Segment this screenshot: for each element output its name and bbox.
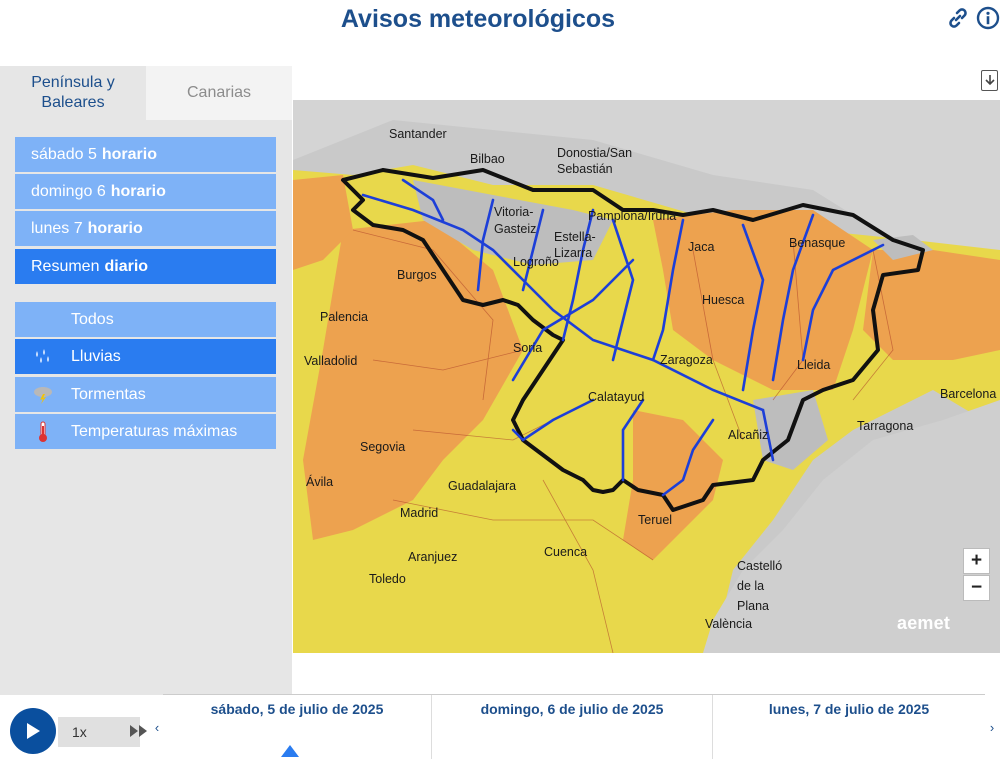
- tab-label: Canarias: [186, 84, 252, 101]
- phenomenon-label: Temperaturas máximas: [71, 422, 238, 440]
- day-mode: horario: [87, 219, 143, 237]
- city-label: Pamplona/Iruña: [588, 209, 677, 223]
- city-label: Alcañiz: [728, 428, 769, 442]
- phenomenon-label: Tormentas: [71, 385, 146, 403]
- city-label: Ávila: [306, 475, 334, 489]
- city-label: Soria: [513, 341, 543, 355]
- city-label: Teruel: [638, 513, 673, 527]
- speed-value: 1x: [72, 724, 87, 740]
- city-label: Logroño: [513, 255, 559, 269]
- city-label: Aranjuez: [408, 550, 458, 564]
- zoom-out-button[interactable]: −: [963, 575, 990, 601]
- region-tabs: Península y Baleares Canarias: [0, 66, 292, 120]
- timeline-prev-button[interactable]: ‹: [151, 694, 163, 761]
- day-label: lunes 7: [31, 219, 83, 237]
- info-icon[interactable]: [976, 6, 1000, 30]
- city-label: València: [705, 617, 753, 631]
- zoom-in-button[interactable]: +: [963, 548, 990, 574]
- day-button-saturday[interactable]: sábado 5 horario: [15, 137, 276, 172]
- city-label: Bilbao: [470, 152, 505, 166]
- speed-control[interactable]: 1x: [58, 717, 147, 747]
- city-label: Santander: [389, 127, 447, 141]
- city-label: Madrid: [400, 506, 439, 520]
- city-label: Palencia: [320, 310, 368, 324]
- phenomenon-rain[interactable]: Lluvias: [15, 339, 276, 374]
- day-label: Resumen: [31, 257, 100, 275]
- tab-canarias[interactable]: Canarias: [146, 66, 292, 120]
- aemet-logo: aemet: [897, 613, 951, 633]
- city-label: Jaca: [688, 240, 715, 254]
- city-label: Zaragoza: [660, 353, 713, 367]
- rain-icon: [15, 348, 71, 366]
- city-label: Segovia: [360, 440, 406, 454]
- day-button-sunday[interactable]: domingo 6 horario: [15, 174, 276, 209]
- play-icon: [27, 723, 40, 739]
- tab-peninsula[interactable]: Península y Baleares: [0, 66, 146, 120]
- storm-icon: [15, 385, 71, 405]
- city-label: Barcelona: [940, 387, 997, 401]
- city-label: Toledo: [369, 572, 406, 586]
- phenomenon-all[interactable]: Todos: [15, 302, 276, 337]
- city-label: Guadalajara: [448, 479, 517, 493]
- day-label: domingo 6: [31, 182, 106, 200]
- city-label: Calatayud: [588, 390, 645, 404]
- timeline-bar: 1x ‹ sábado, 5 de julio de 2025 domingo,…: [0, 694, 1000, 761]
- link-icon[interactable]: [946, 6, 970, 30]
- day-mode: diario: [104, 257, 149, 275]
- phenomenon-label: Todos: [71, 310, 114, 328]
- timeline-day[interactable]: lunes, 7 de julio de 2025: [712, 695, 985, 759]
- timeline-next-button[interactable]: ›: [986, 694, 998, 761]
- city-label: Valladolid: [304, 354, 358, 368]
- city-label: Huesca: [702, 293, 745, 307]
- day-button-summary[interactable]: Resumen diario: [15, 249, 276, 284]
- phenomenon-label: Lluvias: [71, 347, 121, 365]
- fast-forward-icon[interactable]: [129, 724, 149, 741]
- city-label: Estella-Lizarra: [554, 230, 596, 260]
- warnings-map[interactable]: [293, 100, 1000, 653]
- city-label: Donostia/San Sebastián: [557, 146, 633, 176]
- city-label: Tarragona: [857, 419, 914, 433]
- day-mode: horario: [101, 145, 157, 163]
- city-label: Lleida: [797, 358, 831, 372]
- orange-warning-zone: [863, 250, 1000, 360]
- day-button-monday[interactable]: lunes 7 horario: [15, 211, 276, 246]
- city-label: Cuenca: [544, 545, 588, 559]
- city-label: Castelló de la Plana: [737, 559, 783, 613]
- day-label: sábado 5: [31, 145, 97, 163]
- tab-label: Península y Baleares: [31, 74, 115, 111]
- city-label: Benasque: [789, 236, 846, 250]
- download-icon[interactable]: [981, 70, 998, 91]
- page-root: Avisos meteorológicos Península y Balear…: [0, 0, 1000, 761]
- day-mode: horario: [110, 182, 166, 200]
- thermometer-icon: [15, 421, 71, 443]
- city-label: Burgos: [397, 268, 437, 282]
- phenomenon-storms[interactable]: Tormentas: [15, 377, 276, 412]
- page-title: Avisos meteorológicos: [340, 5, 616, 33]
- timeline-day[interactable]: domingo, 6 de julio de 2025: [431, 695, 712, 759]
- phenomenon-max-temperature[interactable]: Temperaturas máximas: [15, 414, 276, 449]
- timeline-current-marker: [281, 745, 299, 757]
- city-label: Vitoria-Gasteiz: [494, 205, 537, 236]
- play-button[interactable]: [10, 708, 56, 754]
